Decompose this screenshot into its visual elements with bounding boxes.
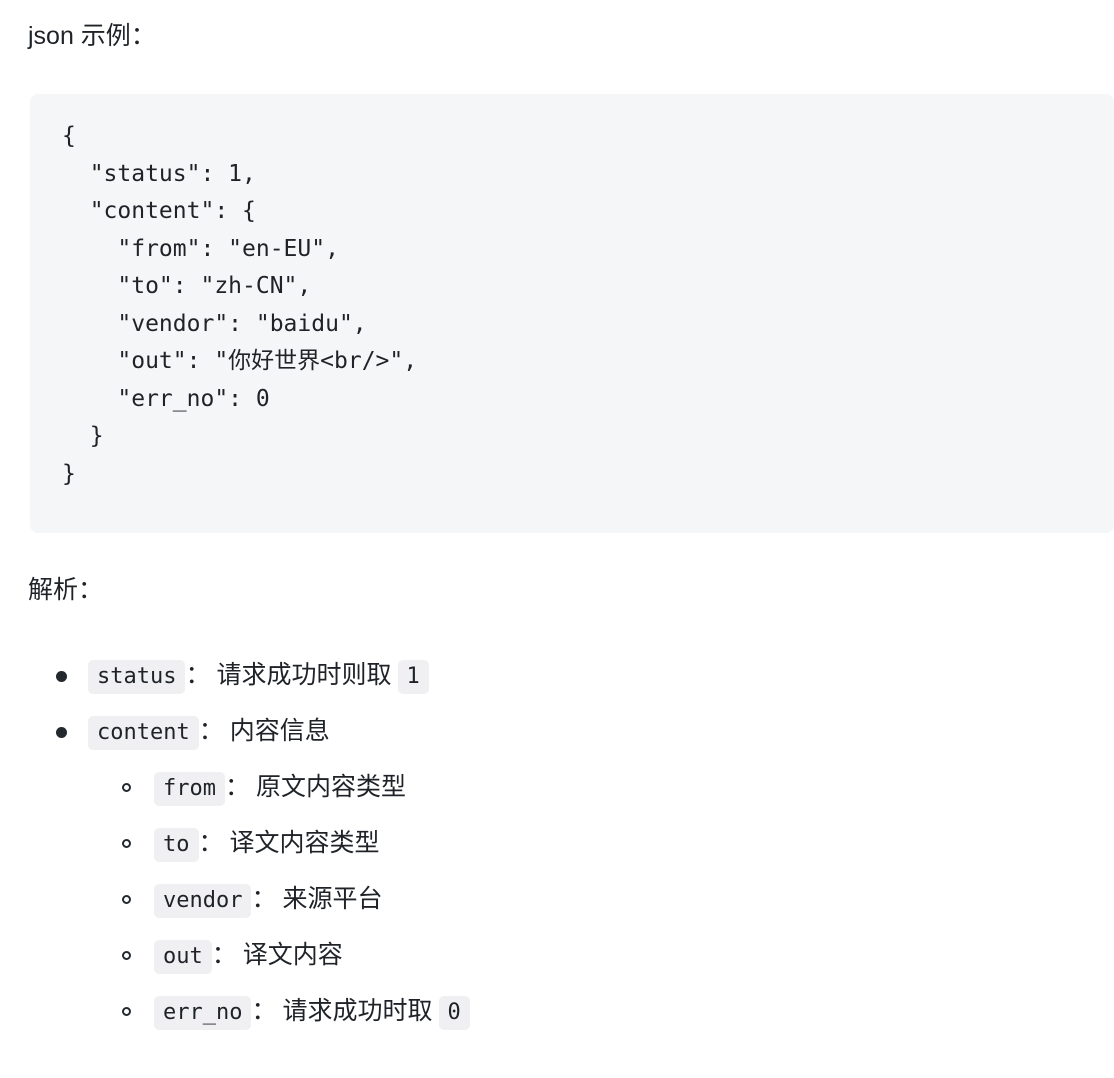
key-separator: ： bbox=[198, 716, 224, 745]
bullet-disc-icon bbox=[56, 671, 67, 682]
list-item-description: 请求成功时则取 bbox=[216, 660, 392, 689]
inline-code-value: 0 bbox=[438, 995, 470, 1030]
key-separator: ： bbox=[251, 996, 277, 1025]
sub-list-item: out：译文内容 bbox=[0, 928, 1114, 984]
bullet-circle-icon bbox=[122, 895, 131, 904]
list-item-description: 请求成功时取 bbox=[282, 996, 433, 1025]
key-separator: ： bbox=[211, 940, 237, 969]
bullet-circle-icon bbox=[122, 951, 131, 960]
list-item-description: 来源平台 bbox=[282, 884, 383, 913]
json-example-heading: json 示例： bbox=[28, 22, 156, 50]
list-item-description: 内容信息 bbox=[229, 716, 330, 745]
inline-code-key: to bbox=[154, 827, 199, 862]
bullet-circle-icon bbox=[122, 839, 131, 848]
json-code-text: { "status": 1, "content": { "from": "en-… bbox=[62, 123, 418, 487]
bullet-circle-icon bbox=[122, 1007, 131, 1016]
list-item-description: 译文内容类型 bbox=[229, 828, 380, 857]
json-code-block[interactable]: { "status": 1, "content": { "from": "en-… bbox=[30, 94, 1114, 533]
analysis-heading: 解析： bbox=[28, 576, 104, 604]
bullet-disc-icon bbox=[56, 727, 67, 738]
inline-code-key: out bbox=[154, 939, 212, 974]
document-page: json 示例： { "status": 1, "content": { "fr… bbox=[0, 0, 1114, 1078]
key-separator: ： bbox=[251, 884, 277, 913]
list-item-line: from：原文内容类型 bbox=[154, 771, 406, 806]
list-item-line: to：译文内容类型 bbox=[154, 827, 380, 862]
inline-code-key: err_no bbox=[154, 995, 252, 1030]
analysis-sub-list: from：原文内容类型 to：译文内容类型 vendor：来源平台 out：译文内容 e… bbox=[0, 760, 1114, 1040]
list-item-description: 译文内容 bbox=[242, 940, 343, 969]
list-item: content：内容信息 bbox=[0, 704, 1114, 760]
list-item-line: vendor：来源平台 bbox=[154, 883, 383, 918]
inline-code-key: content bbox=[88, 715, 199, 750]
list-item-line: out：译文内容 bbox=[154, 939, 343, 974]
list-item-line: err_no：请求成功时取 0 bbox=[154, 995, 470, 1030]
key-separator: ： bbox=[224, 772, 250, 801]
analysis-bullet-list: status：请求成功时则取 1 content：内容信息 from：原文内容类型 to… bbox=[0, 648, 1114, 1040]
sub-list-item: from：原文内容类型 bbox=[0, 760, 1114, 816]
key-separator: ： bbox=[185, 660, 211, 689]
sub-list-item: err_no：请求成功时取 0 bbox=[0, 984, 1114, 1040]
list-item-line: content：内容信息 bbox=[88, 715, 330, 750]
key-separator: ： bbox=[198, 828, 224, 857]
bullet-circle-icon bbox=[122, 783, 131, 792]
sub-list-item: to：译文内容类型 bbox=[0, 816, 1114, 872]
list-item-description: 原文内容类型 bbox=[256, 772, 407, 801]
sub-list-item: vendor：来源平台 bbox=[0, 872, 1114, 928]
inline-code-key: status bbox=[88, 659, 186, 694]
sublist-container: from：原文内容类型 to：译文内容类型 vendor：来源平台 out：译文内容 e… bbox=[0, 760, 1114, 1040]
inline-code-key: from bbox=[154, 771, 225, 806]
inline-code-value: 1 bbox=[397, 659, 429, 694]
list-item: status：请求成功时则取 1 bbox=[0, 648, 1114, 704]
inline-code-key: vendor bbox=[154, 883, 252, 918]
list-item-line: status：请求成功时则取 1 bbox=[88, 659, 429, 694]
